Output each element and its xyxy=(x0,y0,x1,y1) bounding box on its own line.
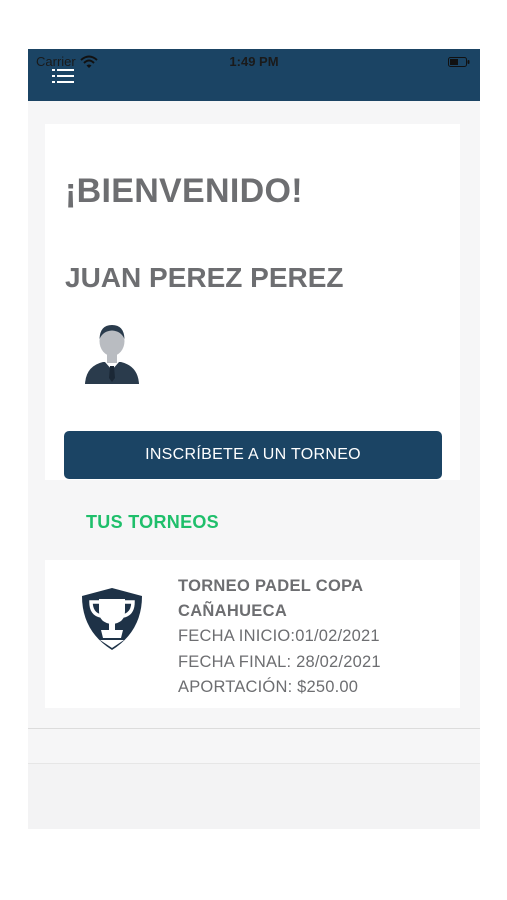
tournament-info: TORNEO PADEL COPA CAÑAHUECA FECHA INICIO… xyxy=(178,574,448,701)
user-name: JUAN PEREZ PEREZ xyxy=(65,262,344,293)
avatar-icon xyxy=(85,325,139,384)
tournament-name-line1: TORNEO PADEL COPA xyxy=(178,577,364,595)
welcome-heading: ¡BIENVENIDO! xyxy=(65,172,303,210)
menu-icon[interactable] xyxy=(52,69,74,83)
app-screen: Carrier 1:49 PM ¡BIENVENIDO! JUAN PEREZ … xyxy=(28,49,480,829)
status-bar: Carrier 1:49 PM xyxy=(28,54,480,70)
trophy-shield-icon xyxy=(82,588,142,650)
divider xyxy=(28,728,480,729)
status-time: 1:49 PM xyxy=(229,54,279,69)
tournament-end-date: FECHA FINAL: 28/02/2021 xyxy=(178,652,381,671)
top-navigation-bar: Carrier 1:49 PM xyxy=(28,49,480,101)
tournament-card[interactable]: TORNEO PADEL COPA CAÑAHUECA FECHA INICIO… xyxy=(45,560,460,708)
tournament-fee: APORTACIÓN: $250.00 xyxy=(178,678,359,696)
welcome-card: ¡BIENVENIDO! JUAN PEREZ PEREZ INSCRÍBETE… xyxy=(45,124,460,480)
battery-icon xyxy=(448,57,470,67)
tournament-start-date: FECHA INICIO:01/02/2021 xyxy=(178,627,380,645)
your-tournaments-title: TUS TORNEOS xyxy=(86,512,219,532)
tournament-name-line2: CAÑAHUECA xyxy=(178,602,288,620)
enroll-tournament-button[interactable]: INSCRÍBETE A UN TORNEO xyxy=(64,431,442,479)
bottom-area xyxy=(28,763,480,829)
